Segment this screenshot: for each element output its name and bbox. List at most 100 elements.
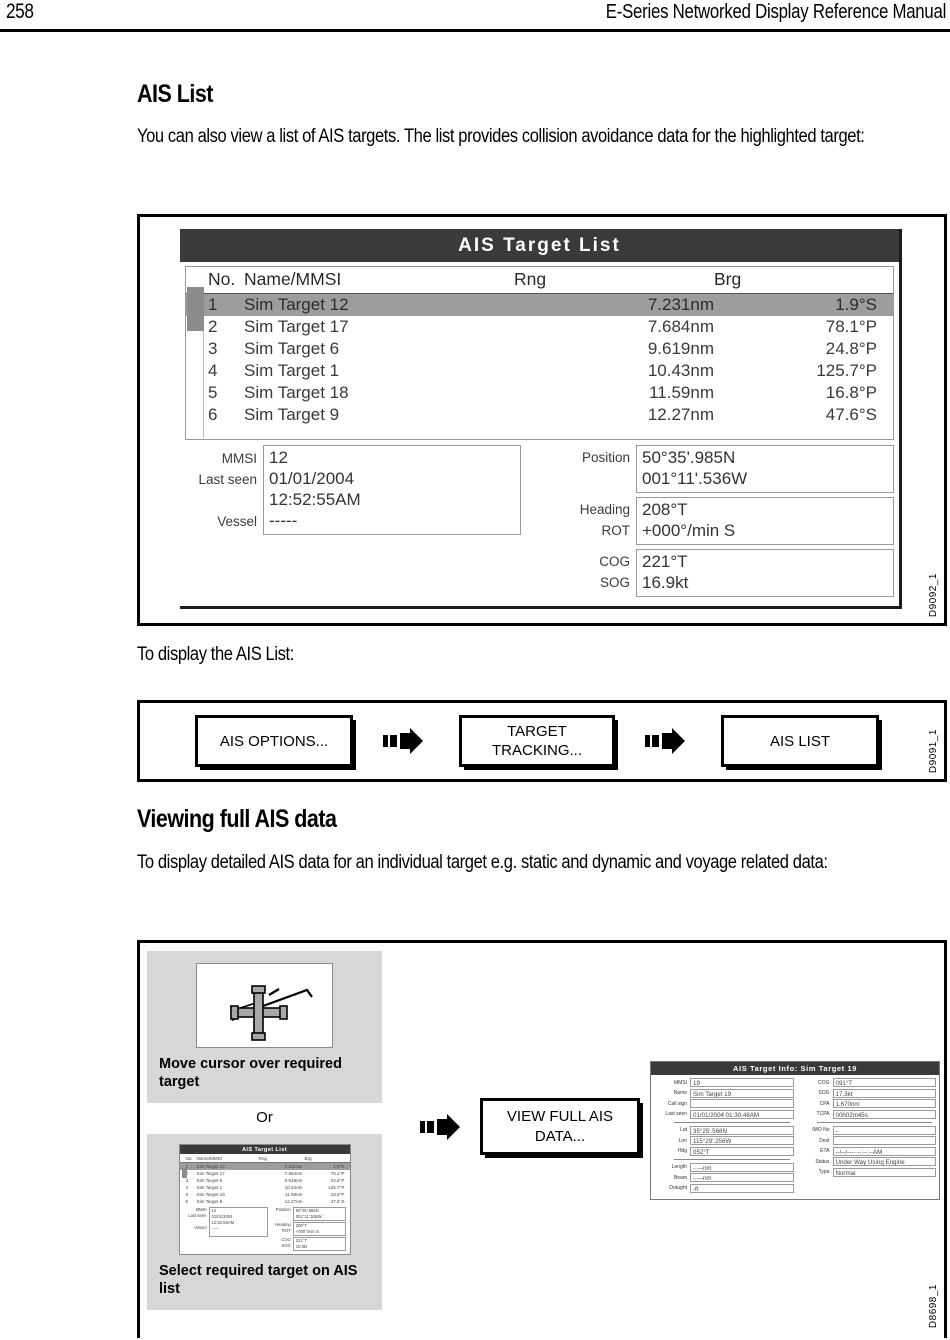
mini-column-header-rng: Rng: [257, 1155, 304, 1163]
cell-brg: 1.9°S: [714, 293, 893, 316]
mini-label-vessel: Vessel: [194, 1225, 207, 1230]
mini-table-row: 5 Sim Target 18 11.59nm 16.8°P: [180, 1191, 350, 1198]
label-rot: ROT: [601, 523, 631, 538]
table-row[interactable]: 3 Sim Target 6 9.619nm 24.8°P: [186, 338, 893, 360]
value-latitude: 50°35'.985N: [642, 448, 736, 467]
table-row[interactable]: 4 Sim Target 1 10.43nm 125.7°P: [186, 360, 893, 382]
mini-table-row: 1 Sim Target 12 7.231nm 1.9°S: [179, 1162, 350, 1170]
mini-list-title-bar: AIS Target List: [179, 1145, 350, 1154]
mini-cell-rng: 9.619nm: [284, 1178, 303, 1183]
flow-steps-row: AIS OPTIONS... TARGET TRACKING... AIS LI…: [140, 703, 944, 779]
page-title-viewing-full-ais-data: Viewing full AIS data: [137, 805, 337, 833]
detail-heading-labels: Heading ROT: [554, 497, 636, 545]
cell-rng: 12.27nm: [647, 405, 714, 424]
figure-reference-code: D9092_1: [928, 572, 939, 617]
figure-ais-list-flow: AIS OPTIONS... TARGET TRACKING... AIS LI…: [137, 700, 947, 782]
label-heading: Heading: [579, 502, 630, 517]
info-divider: [674, 1121, 790, 1123]
cell-brg: 125.7°P: [816, 361, 877, 380]
table-row[interactable]: 2 Sim Target 17 7.684nm 78.1°P: [186, 316, 893, 338]
table-row[interactable]: 6 Sim Target 9 12.27nm 47.6°S: [186, 404, 893, 426]
mini-position-values: 50°35'.985N 001°11'.536W: [292, 1207, 347, 1221]
arrow-right-icon: [420, 1113, 466, 1140]
column-header-brg: Brg: [714, 267, 893, 294]
flow-button-target-tracking[interactable]: TARGET TRACKING...: [459, 715, 615, 767]
table-row[interactable]: 1 Sim Target 12 7.231nm 1.9°S: [186, 293, 893, 316]
label-cog: COG: [599, 554, 630, 569]
mini-cell-name: Sim Target 6: [196, 1178, 223, 1183]
cell-name: Sim Target 9: [244, 405, 340, 424]
ais-list-intro-text: You can also view a list of AIS targets.…: [137, 126, 865, 147]
info-label-lon: Lon: [678, 1137, 687, 1144]
detail-position-row: Position 50°35'.985N 001°11'.536W: [554, 445, 894, 493]
info-row-lat: Lat 35°25'.568N: [654, 1125, 794, 1135]
mini-label-position: Position: [275, 1207, 291, 1212]
manual-title: E-Series Networked Display Reference Man…: [605, 1, 947, 23]
info-value-last-seen: 01/01/2004 01:30:48AM: [690, 1109, 794, 1119]
value-cog: 221°T: [642, 552, 688, 571]
info-label-imo-no: IMO No: [812, 1127, 830, 1133]
info-row-imo-no: IMO No -: [797, 1125, 936, 1135]
info-label-name: Name: [673, 1090, 687, 1096]
mini-cell-brg: 1.9°S: [303, 1162, 350, 1170]
info-row-last-seen: Last seen 01/01/2004 01:30:48AM: [654, 1109, 794, 1119]
mini-cell-brg: 125.7°P: [328, 1185, 345, 1190]
info-label-last-seen: Last seen: [665, 1111, 687, 1117]
mini-ais-target-list-screen: AIS Target List No. Name/MMSI Rng Brg 1 …: [178, 1144, 351, 1255]
mini-ais-table: No. Name/MMSI Rng Brg 1 Sim Target 12 7.…: [179, 1155, 350, 1205]
info-value-name: Sim Target 19: [690, 1088, 794, 1098]
cell-brg: 47.6°S: [825, 405, 877, 424]
cursor-illustration: [196, 963, 333, 1048]
mini-column-header-no: No.: [179, 1155, 196, 1163]
value-vessel: -----: [269, 511, 298, 530]
info-label-lat: Lat: [680, 1127, 687, 1133]
mini-label-sog: SOG: [281, 1243, 291, 1248]
mini-table-row: 3 Sim Target 6 9.619nm 24.8°P: [180, 1177, 350, 1184]
flow-button-ais-options[interactable]: AIS OPTIONS...: [195, 715, 353, 767]
info-row-hdg: Hdg 052°T: [654, 1146, 794, 1156]
arrow-right-icon: [383, 728, 429, 754]
detail-vessel-values: 12 01/01/2004 12:52:55AM -----: [263, 445, 521, 535]
detail-heading-values: 208°T +000°/min S: [636, 497, 894, 545]
info-label-status: Status: [815, 1158, 830, 1165]
cell-brg: 78.1°P: [825, 317, 877, 336]
mini-cell-rng: 7.684nm: [284, 1171, 303, 1176]
table-row[interactable]: 5 Sim Target 18 11.59nm 16.8°P: [186, 382, 893, 404]
cell-rng: 11.59nm: [649, 383, 714, 402]
info-label-mmsi: MMSI: [673, 1079, 687, 1086]
info-value-dest: [832, 1136, 936, 1145]
list-scrollbar-thumb[interactable]: [187, 287, 204, 331]
ais-list-title-bar: AIS Target List: [180, 229, 899, 262]
info-row-cog: COG 091°T: [797, 1078, 936, 1087]
target-info-left-column: MMSI 19 Name Sim Target 19 Call sign Las…: [654, 1078, 797, 1194]
mini-value-vessel: -----: [211, 1226, 219, 1231]
mini-cell-no: 3: [185, 1178, 189, 1183]
label-vessel: Vessel: [217, 514, 257, 529]
detail-cog-labels: COG SOG: [554, 549, 636, 597]
info-value-call-sign: [690, 1099, 794, 1108]
mini-table-row: 4 Sim Target 1 10.43nm 125.7°P: [180, 1184, 350, 1191]
mini-cog-values: 221°T 16.9kt: [292, 1237, 347, 1251]
flow-button-ais-list[interactable]: AIS LIST: [721, 715, 879, 767]
label-last-seen: Last seen: [198, 472, 257, 487]
info-value-tcpa: 00h02m45s: [832, 1109, 936, 1119]
info-value-imo-no: -: [832, 1125, 936, 1135]
target-info-right-column: COG 091°T SOG 17.3kt CPA 1.670nm TCPA 00…: [797, 1078, 936, 1194]
info-label-type: Type: [818, 1169, 830, 1175]
viewing-full-intro-text: To display detailed AIS data for an indi…: [137, 852, 828, 873]
flow-button-label: TARGET TRACKING...: [491, 723, 582, 759]
detail-vessel-labels: MMSI Last seen Vessel: [185, 445, 263, 602]
mini-cell-rng: 10.43nm: [284, 1185, 303, 1190]
info-value-eta: --/--/---- --:--:--AM: [832, 1146, 936, 1156]
info-value-cpa: 1.670nm: [832, 1099, 936, 1108]
ais-target-table: No. Name/MMSI Rng Brg 1 Sim Target 12 7.…: [186, 267, 893, 426]
cell-rng: 7.684nm: [647, 317, 714, 336]
cell-rng: 7.231nm: [514, 293, 714, 316]
cell-rng: 9.619nm: [647, 339, 714, 358]
info-label-hdg: Hdg: [677, 1148, 687, 1154]
detail-cog-row: COG SOG 221°T 16.9kt: [554, 549, 894, 597]
view-full-ais-data-button[interactable]: VIEW FULL AIS DATA...: [480, 1098, 640, 1155]
mini-scrollbar-thumb[interactable]: [181, 1168, 187, 1178]
target-info-title-bar: AIS Target Info: Sim Target 19: [651, 1062, 939, 1075]
flow-button-label: AIS LIST: [769, 732, 831, 750]
